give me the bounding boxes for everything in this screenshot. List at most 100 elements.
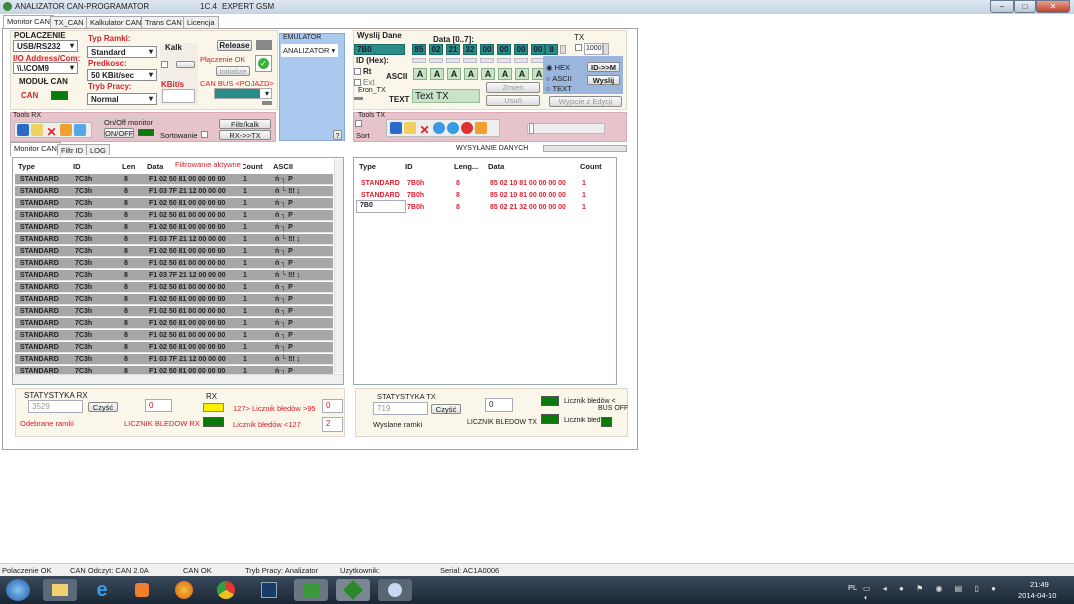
rt-checkbox[interactable] bbox=[354, 68, 361, 75]
data-byte-input[interactable]: 21 bbox=[446, 44, 460, 55]
media-player-icon[interactable] bbox=[125, 579, 159, 601]
tx-clear-button[interactable]: Czyść bbox=[431, 404, 461, 414]
kalk-checkbox[interactable] bbox=[161, 61, 168, 68]
ascii-byte-input[interactable]: A bbox=[498, 68, 512, 80]
subtab-log[interactable]: LOG bbox=[86, 144, 110, 155]
ascii-byte-input[interactable]: A bbox=[464, 68, 478, 80]
folder-icon[interactable] bbox=[404, 122, 417, 134]
tab-monitor-can[interactable]: Monitor CAN bbox=[3, 15, 54, 29]
mode-select[interactable]: Normal bbox=[87, 93, 157, 105]
tx-cell-editor[interactable]: 7B0 bbox=[356, 200, 406, 213]
usun-button[interactable]: Usuń bbox=[486, 95, 540, 106]
table-row[interactable]: STANDARD 7C3h 8 F1 02 50 81 00 00 00 00 1 ń ┐… bbox=[15, 174, 333, 185]
data-byte-input[interactable]: 00 bbox=[480, 44, 494, 55]
wyjscie-button[interactable]: Wyjscie z Edycji bbox=[549, 96, 622, 107]
table-row[interactable]: STANDARD 7C3h 8 F1 02 50 81 00 00 00 00 1 ń ┐… bbox=[15, 330, 333, 341]
ascii-byte-input[interactable]: A bbox=[515, 68, 529, 80]
dlc-spinner[interactable] bbox=[560, 45, 566, 54]
initialize-button[interactable]: Initialize bbox=[216, 66, 250, 76]
col-id[interactable]: ID bbox=[73, 162, 81, 171]
id-input[interactable]: 7B0 bbox=[354, 44, 405, 55]
interval-input[interactable]: 1000 bbox=[584, 43, 603, 55]
table-row[interactable]: STANDARD 7C3h 8 F1 02 50 81 00 00 00 00 1 ń ┐… bbox=[15, 294, 333, 305]
byte-spinner[interactable] bbox=[497, 58, 511, 63]
table-row[interactable]: STANDARD 7C3h 8 F1 03 7F 21 12 00 00 00 1 ń └… bbox=[15, 234, 333, 245]
col-id[interactable]: ID bbox=[405, 162, 413, 171]
col-count[interactable]: Count bbox=[241, 162, 263, 171]
col-type[interactable]: Type bbox=[18, 162, 35, 171]
emulator-select[interactable]: ANALIZATOR ▾ bbox=[281, 44, 338, 57]
wyslij-button[interactable]: Wyslij bbox=[587, 75, 620, 85]
col-len[interactable]: Len bbox=[122, 162, 135, 171]
chrome-icon[interactable] bbox=[209, 579, 243, 601]
data-byte-input[interactable]: 00 bbox=[531, 44, 545, 55]
dlc-input[interactable]: 8 bbox=[545, 44, 558, 55]
tx-repeat-checkbox[interactable] bbox=[575, 44, 582, 51]
radio-ascii[interactable]: ○ ASCII bbox=[546, 74, 572, 83]
table-row[interactable]: STANDARD 7C3h 8 F1 03 7F 21 12 00 00 00 1 ń └… bbox=[15, 186, 333, 197]
play-icon[interactable] bbox=[432, 122, 445, 134]
paint-icon[interactable] bbox=[378, 579, 412, 601]
clipboard-icon[interactable] bbox=[59, 124, 72, 136]
fast-forward-icon[interactable] bbox=[446, 122, 459, 134]
speed-select[interactable]: 50 KBit/sec bbox=[87, 69, 157, 81]
rx-clear-button[interactable]: Czyść bbox=[88, 402, 118, 412]
close-button[interactable]: ✕ bbox=[1036, 0, 1070, 13]
subtab-filtr-id[interactable]: Filtr ID bbox=[57, 144, 88, 155]
table-row[interactable]: STANDARD 7C3h 8 F1 02 50 81 00 00 00 00 1 ń ┐… bbox=[15, 306, 333, 317]
data-byte-input[interactable]: 02 bbox=[429, 44, 443, 55]
explorer-icon[interactable] bbox=[43, 579, 77, 601]
ascii-byte-input[interactable]: A bbox=[430, 68, 444, 80]
save-icon[interactable] bbox=[390, 122, 402, 134]
connection-select[interactable]: USB/RS232 bbox=[13, 40, 78, 52]
table-row[interactable]: STANDARD 7C3h 8 F1 02 50 81 00 00 00 00 1 ń ┐… bbox=[15, 210, 333, 221]
ascii-byte-input[interactable]: A bbox=[447, 68, 461, 80]
tab-trans-can[interactable]: Trans CAN bbox=[141, 16, 186, 28]
ascii-byte-input[interactable]: A bbox=[481, 68, 495, 80]
can-bus-select[interactable]: ▾ bbox=[214, 88, 272, 99]
col-count[interactable]: Count bbox=[580, 162, 602, 171]
firefox-icon[interactable] bbox=[167, 579, 201, 601]
com-port-select[interactable]: \\.\COM9 bbox=[13, 62, 78, 74]
byte-spinner[interactable] bbox=[480, 58, 494, 63]
kbits-input[interactable] bbox=[162, 89, 195, 103]
byte-spinner[interactable] bbox=[429, 58, 443, 63]
col-data[interactable]: Data bbox=[488, 162, 504, 171]
table-row[interactable]: STANDARD 7C3h 8 F1 02 50 81 00 00 00 00 1 ń ┐… bbox=[15, 198, 333, 209]
table-row[interactable]: STANDARD 7C3h 8 F1 02 50 81 00 00 00 00 1 ń ┐… bbox=[15, 318, 333, 329]
clock-time[interactable]: 21:49 bbox=[1030, 580, 1049, 589]
radio-text[interactable]: ○ TEXT bbox=[546, 84, 572, 93]
id-to-m-button[interactable]: ID->>M bbox=[587, 62, 620, 72]
byte-spinner[interactable] bbox=[463, 58, 477, 63]
col-ascii[interactable]: ASCII bbox=[273, 162, 293, 171]
monitor-icon[interactable] bbox=[73, 124, 86, 136]
ascii-byte-input[interactable]: A bbox=[413, 68, 427, 80]
col-length[interactable]: Leng... bbox=[454, 162, 478, 171]
data-byte-input[interactable]: 00 bbox=[497, 44, 511, 55]
tab-kalkulator-can[interactable]: Kalkulator CAN bbox=[86, 16, 146, 28]
can-programmer-icon[interactable] bbox=[336, 579, 370, 601]
save-icon[interactable] bbox=[17, 124, 29, 136]
kalk-button[interactable] bbox=[176, 61, 195, 68]
sortowanie-checkbox[interactable] bbox=[201, 131, 208, 138]
rx-horizontal-scrollbar[interactable] bbox=[13, 374, 343, 384]
tab-licencja[interactable]: Licencja bbox=[183, 16, 219, 28]
onoff-button[interactable]: ON/OFF bbox=[104, 128, 134, 138]
tray-icons[interactable]: ▭ ◂ ● ⚑ ◉ ▤ ▯ ● ◖ bbox=[863, 584, 1013, 602]
oscilloscope-icon[interactable] bbox=[252, 579, 286, 601]
stop-icon[interactable] bbox=[461, 122, 474, 134]
text-input[interactable]: Text TX bbox=[412, 89, 480, 103]
interval-spinner[interactable] bbox=[603, 43, 609, 55]
table-row[interactable]: STANDARD 7C3h 8 F1 02 50 81 00 00 00 00 1 ń ┐… bbox=[15, 342, 333, 353]
col-type[interactable]: Type bbox=[359, 162, 376, 171]
network-app-icon[interactable] bbox=[294, 579, 328, 601]
tab-tx-can[interactable]: TX_CAN bbox=[50, 16, 88, 28]
table-row[interactable]: STANDARD 7C3h 8 F1 02 50 81 00 00 00 00 1 ń ┐… bbox=[15, 258, 333, 269]
rx-to-tx-button[interactable]: RX->>TX bbox=[219, 130, 271, 140]
ext-checkbox[interactable] bbox=[354, 79, 361, 86]
table-row[interactable]: STANDARD 7C3h 8 F1 02 50 81 00 00 00 00 1 ń ┐… bbox=[15, 282, 333, 293]
language-indicator[interactable]: PL bbox=[848, 583, 857, 592]
zmien-button[interactable]: Zmień bbox=[486, 82, 540, 93]
table-row[interactable]: STANDARD 7C3h 8 F1 03 7F 21 12 00 00 00 1 ń └… bbox=[15, 354, 333, 365]
clock-date[interactable]: 2014-04-10 bbox=[1018, 591, 1056, 600]
